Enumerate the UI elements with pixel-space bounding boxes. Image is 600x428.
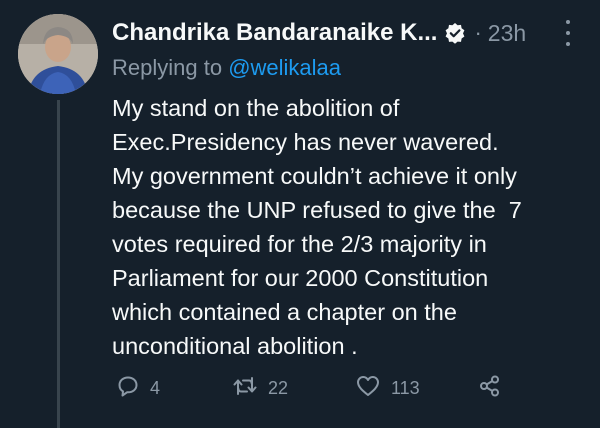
like-count: 113	[391, 378, 420, 398]
replying-prefix: Replying to	[112, 55, 229, 80]
retweet-count: 22	[268, 378, 289, 398]
tweet-text-line: My government couldn’t achieve it only	[112, 163, 517, 189]
tweet-text-line: Parliament for our 2000 Constitution	[112, 265, 489, 291]
heart-icon	[355, 374, 381, 403]
more-options-icon[interactable]	[560, 20, 576, 46]
reply-count: 4	[150, 378, 161, 398]
tweet-actions: 4 22 113	[0, 374, 600, 402]
author-name[interactable]: Chandrika Bandaranaike K...	[112, 19, 437, 47]
replying-to: Replying to @welikalaa	[112, 53, 590, 83]
avatar[interactable]	[18, 14, 98, 94]
reply-icon	[116, 374, 140, 403]
tweet-text-line: because the UNP refused to give the 7	[112, 197, 522, 223]
tweet-text-line: unconditional abolition .	[112, 333, 358, 359]
tweet-text: My stand on the abolition of Exec.Presid…	[112, 91, 582, 363]
tweet-text-line: Exec.Presidency has never wavered.	[112, 129, 499, 155]
retweet-button[interactable]: 22	[232, 374, 288, 403]
reply-handle-link[interactable]: @welikalaa	[228, 55, 341, 80]
share-icon	[478, 374, 502, 403]
like-button[interactable]: 113	[355, 374, 420, 403]
tweet-body: Chandrika Bandaranaike K... · 23h Replyi…	[112, 14, 590, 363]
tweet-text-line: which contained a chapter on the	[112, 299, 457, 325]
tweet-timestamp[interactable]: 23h	[488, 20, 526, 47]
separator-dot: ·	[474, 20, 482, 45]
tweet-text-line: votes required for the 2/3 majority in	[112, 231, 487, 257]
tweet-text-line: My stand on the abolition of	[112, 95, 400, 121]
retweet-icon	[232, 374, 258, 403]
share-button[interactable]	[478, 374, 502, 403]
verified-badge-icon	[444, 22, 466, 44]
reply-button[interactable]: 4	[116, 374, 160, 403]
tweet-header: Chandrika Bandaranaike K... · 23h	[112, 14, 590, 52]
